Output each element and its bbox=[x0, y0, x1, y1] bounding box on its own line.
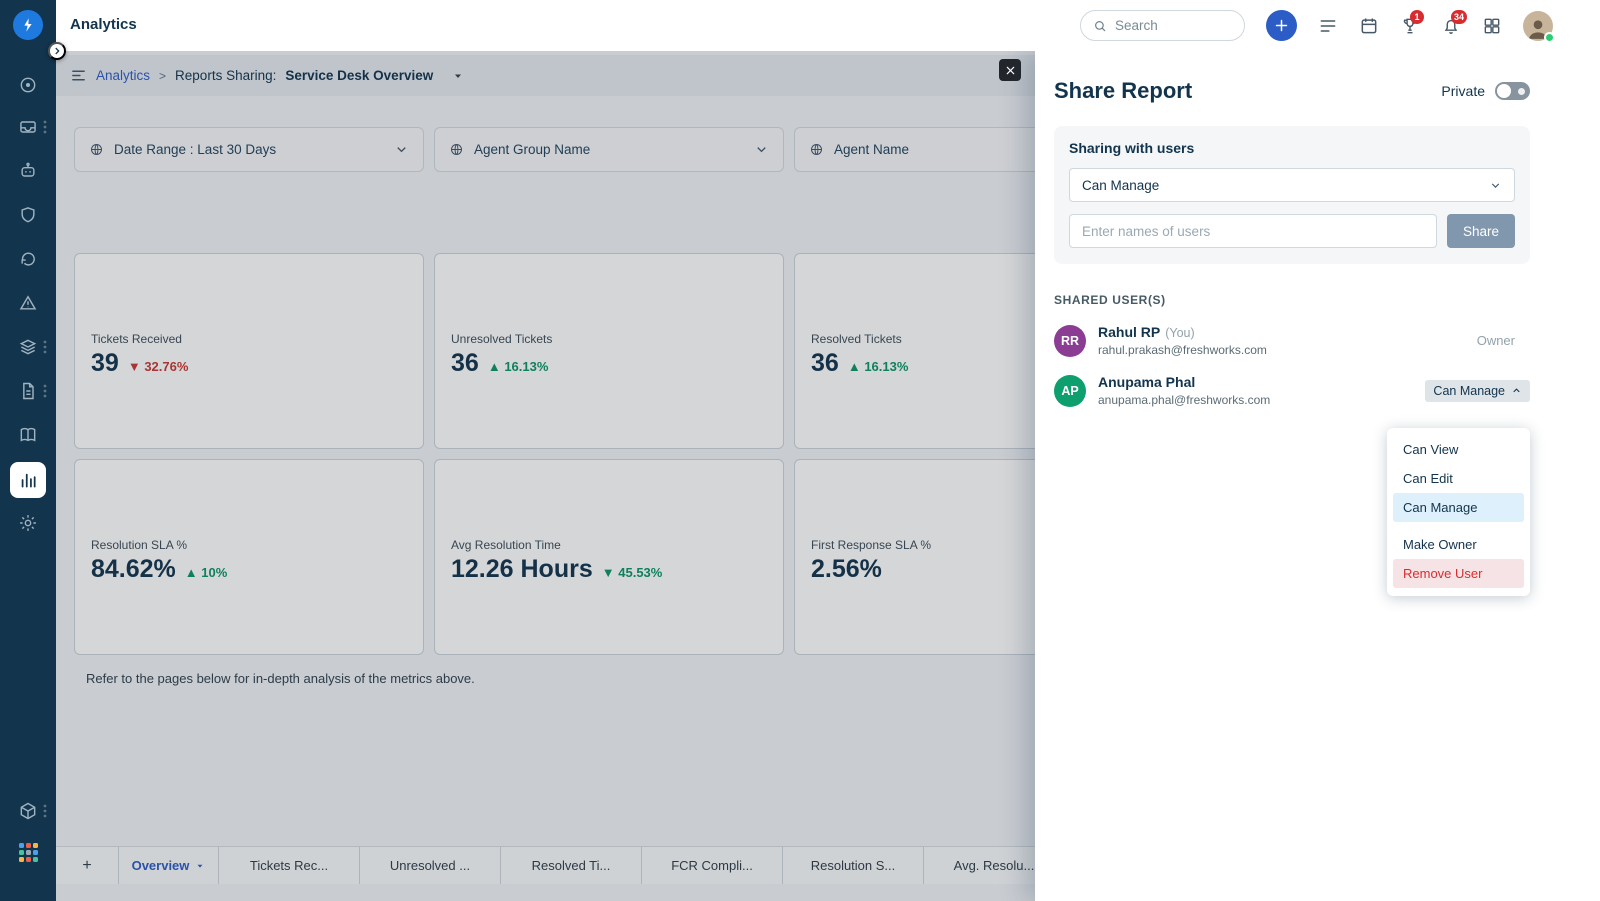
package-icon bbox=[20, 802, 36, 820]
sidebar-item-analytics[interactable] bbox=[0, 462, 56, 498]
marketplace-button[interactable] bbox=[1482, 16, 1502, 36]
user-access-dropdown-button[interactable]: Can Manage bbox=[1425, 379, 1530, 402]
sidebar-item-alerts[interactable] bbox=[0, 293, 56, 313]
document-icon bbox=[23, 382, 34, 400]
menu-item-make-owner[interactable]: Make Owner bbox=[1393, 530, 1524, 559]
plus-icon bbox=[1275, 19, 1288, 32]
quick-create-button[interactable] bbox=[1266, 10, 1297, 41]
user-email: rahul.prakash@freshworks.com bbox=[1098, 343, 1267, 357]
permission-select-value: Can Manage bbox=[1082, 177, 1160, 193]
sidebar-item-security[interactable] bbox=[0, 205, 56, 225]
shared-user-row: RR Rahul RP (You) rahul.prakash@freshwor… bbox=[1054, 324, 1530, 357]
search-input[interactable] bbox=[1115, 18, 1225, 33]
user-avatar[interactable] bbox=[1523, 10, 1555, 43]
lightning-bolt-icon bbox=[13, 10, 43, 40]
online-status-dot bbox=[1544, 31, 1555, 43]
robot-icon bbox=[21, 162, 35, 177]
sidebar-item-app-switcher[interactable] bbox=[0, 843, 56, 862]
assets-overflow-dots[interactable] bbox=[43, 340, 47, 359]
panel-header: Share Report Private bbox=[1054, 78, 1530, 104]
sharing-card: Sharing with users Can Manage Share bbox=[1054, 126, 1530, 264]
permission-dropdown-menu: Can View Can Edit Can Manage Make Owner … bbox=[1387, 428, 1530, 596]
gear-icon bbox=[20, 515, 36, 531]
private-toggle[interactable] bbox=[1495, 82, 1530, 100]
sidebar-item-admin[interactable] bbox=[0, 513, 56, 533]
notifications-badge: 34 bbox=[1451, 9, 1468, 24]
sidebar-expand-button[interactable] bbox=[48, 42, 66, 60]
report-canvas: Analytics > Reports Sharing: Service Des… bbox=[56, 51, 1035, 901]
toggle-knob bbox=[1497, 84, 1511, 98]
todo-list-button[interactable] bbox=[1318, 16, 1338, 36]
notifications-button[interactable]: 34 bbox=[1441, 9, 1468, 36]
user-name-suffix: (You) bbox=[1165, 326, 1195, 340]
user-names-input[interactable] bbox=[1069, 214, 1437, 248]
sidebar-item-orders[interactable] bbox=[0, 381, 56, 401]
toggle-mark bbox=[1518, 87, 1525, 95]
sidebar bbox=[0, 0, 56, 901]
shared-user-row: AP Anupama Phal anupama.phal@freshworks.… bbox=[1054, 374, 1530, 407]
sidebar-item-assets[interactable] bbox=[0, 337, 56, 357]
menu-item-can-edit[interactable]: Can Edit bbox=[1393, 464, 1524, 493]
page-title: Analytics bbox=[70, 16, 137, 33]
search-box[interactable] bbox=[1080, 10, 1245, 41]
shield-icon bbox=[21, 207, 35, 223]
user-name: Rahul RP bbox=[1098, 324, 1161, 340]
sidebar-item-dashboard[interactable] bbox=[0, 75, 56, 95]
private-label: Private bbox=[1441, 83, 1485, 99]
calendar-button[interactable] bbox=[1359, 16, 1379, 36]
tickets-icon bbox=[20, 121, 36, 133]
owner-tag: Owner bbox=[1476, 333, 1515, 348]
orders-overflow-dots[interactable] bbox=[43, 384, 47, 403]
tickets-overflow-dots[interactable] bbox=[43, 120, 47, 139]
top-header: Analytics 1 34 bbox=[56, 0, 1600, 51]
user-info: Rahul RP (You) rahul.prakash@freshworks.… bbox=[1098, 324, 1477, 357]
invite-row: Share bbox=[1069, 214, 1515, 248]
menu-item-remove-user[interactable]: Remove User bbox=[1393, 559, 1524, 588]
sidebar-item-knowledge[interactable] bbox=[0, 425, 56, 445]
user-email: anupama.phal@freshworks.com bbox=[1098, 393, 1271, 407]
search-icon bbox=[1095, 20, 1106, 31]
sidebar-item-freddy[interactable] bbox=[0, 161, 56, 181]
chevron-right-icon bbox=[55, 47, 60, 55]
grid-icon bbox=[1484, 18, 1500, 33]
access-value: Can Manage bbox=[1433, 383, 1505, 398]
refresh-circle-icon bbox=[21, 252, 35, 266]
user-name: Anupama Phal bbox=[1098, 374, 1196, 390]
close-share-panel-button[interactable] bbox=[999, 59, 1021, 81]
private-toggle-group: Private bbox=[1441, 82, 1530, 100]
app-switcher-icon bbox=[18, 843, 38, 862]
whats-new-button[interactable]: 1 bbox=[1400, 9, 1424, 36]
menu-item-can-manage[interactable]: Can Manage bbox=[1393, 493, 1524, 522]
user-info: Anupama Phal anupama.phal@freshworks.com bbox=[1098, 374, 1425, 407]
dashboard-icon bbox=[20, 77, 36, 93]
chevron-down-icon bbox=[1491, 182, 1500, 188]
whats-new-badge: 1 bbox=[1410, 9, 1424, 24]
sidebar-item-packages[interactable] bbox=[0, 801, 56, 821]
share-report-panel: Share Report Private Sharing with users … bbox=[1035, 51, 1600, 901]
sidebar-item-tickets[interactable] bbox=[0, 117, 56, 137]
freshworks-logo[interactable] bbox=[0, 10, 56, 40]
analytics-icon bbox=[10, 462, 46, 498]
shared-users-heading: SHARED USER(S) bbox=[1054, 293, 1166, 307]
warning-triangle-icon bbox=[19, 295, 37, 310]
layers-icon bbox=[19, 339, 37, 355]
list-icon bbox=[1320, 19, 1336, 32]
permission-select[interactable]: Can Manage bbox=[1069, 168, 1515, 202]
book-icon bbox=[20, 427, 36, 442]
close-icon bbox=[1006, 66, 1014, 74]
header-actions: 1 34 bbox=[1080, 0, 1555, 51]
menu-item-can-view[interactable]: Can View bbox=[1393, 435, 1524, 464]
avatar: RR bbox=[1054, 324, 1086, 357]
avatar: AP bbox=[1054, 374, 1086, 407]
app-window: Analytics 1 34 bbox=[0, 0, 1600, 901]
modal-dim-overlay bbox=[56, 51, 1035, 901]
calendar-icon bbox=[1361, 18, 1377, 33]
share-panel-title: Share Report bbox=[1054, 78, 1193, 103]
chevron-up-icon bbox=[1513, 388, 1520, 393]
share-button[interactable]: Share bbox=[1447, 214, 1515, 248]
sidebar-item-oncall[interactable] bbox=[0, 249, 56, 269]
sharing-card-title: Sharing with users bbox=[1069, 140, 1195, 156]
packages-overflow-dots[interactable] bbox=[43, 804, 47, 823]
